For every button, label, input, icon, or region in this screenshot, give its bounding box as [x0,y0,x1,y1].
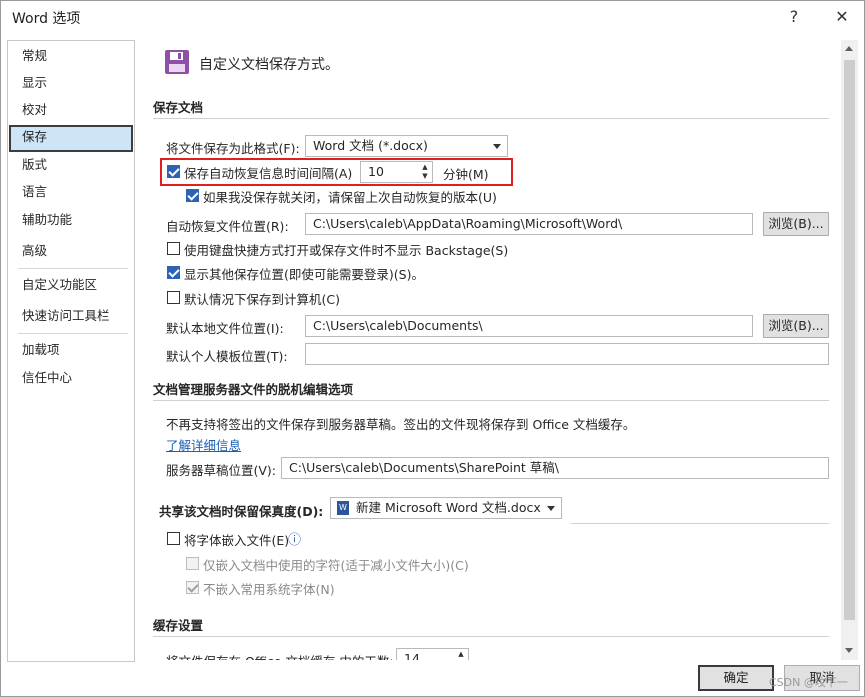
scrollbar-thumb[interactable] [844,60,855,620]
save-options-panel: 自定义文档保存方式。 保存文档 将文件保存为此格式(F): Word 文档 (*… [141,40,841,660]
sidebar-item-trust-center[interactable]: 信任中心 [9,366,133,390]
scroll-up-icon[interactable] [845,46,853,51]
autorecover-location-label: 自动恢复文件位置(R): [166,219,289,234]
chevron-down-icon [493,144,501,149]
help-button[interactable]: ? [779,5,809,29]
sidebar-divider [18,333,128,334]
no-common-fonts-label: 不嵌入常用系统字体(N) [203,582,335,597]
keep-last-version-label: 如果我没保存就关闭，请保留上次自动恢复的版本(U) [203,190,497,205]
spinner-arrows-icon[interactable]: ▲▼ [455,650,467,660]
sidebar-item-advanced[interactable]: 高级 [9,239,133,263]
section-heading-cache: 缓存设置 [153,618,204,633]
no-common-fonts-checkbox[interactable] [186,581,199,594]
local-location-label: 默认本地文件位置(I): [166,321,284,336]
sidebar-item-quick-access[interactable]: 快速访问工具栏 [9,304,133,328]
word-options-dialog: Word 选项 ? ✕ 常规 显示 校对 保存 版式 语言 辅助功能 高级 自定… [0,0,865,697]
close-icon: ✕ [835,7,849,26]
sidebar-item-addins[interactable]: 加载项 [9,338,133,362]
no-backstage-label: 使用键盘快捷方式打开或保存文件时不显示 Backstage(S) [184,243,509,258]
save-format-label: 将文件保存为此格式(F): [166,141,300,156]
browse-local-button[interactable]: 浏览(B)... [763,314,829,338]
autorecover-minutes-value: 10 [368,164,384,179]
minutes-label: 分钟(M) [443,167,489,182]
close-button[interactable]: ✕ [827,5,857,29]
sidebar-item-proofing[interactable]: 校对 [9,98,133,122]
spinner-arrows-icon[interactable]: ▲▼ [419,163,431,181]
word-doc-icon: W [337,501,349,515]
chevron-down-icon [547,506,555,511]
fidelity-document-dropdown[interactable]: W 新建 Microsoft Word 文档.docx [330,497,562,519]
save-format-dropdown[interactable]: Word 文档 (*.docx) [305,135,508,157]
fidelity-document-value: 新建 Microsoft Word 文档.docx [356,500,541,515]
cache-days-label: 将文件保存在 Office 文档缓存 中的天数: [166,651,394,660]
sidebar-item-language[interactable]: 语言 [9,180,133,204]
embed-fonts-label: 将字体嵌入文件(E) [184,533,290,548]
cache-days-value: 14 [404,651,420,660]
sidebar-item-layout[interactable]: 版式 [9,153,133,177]
section-heading-save-docs: 保存文档 [153,100,204,115]
section-divider [571,523,829,524]
embed-used-chars-label: 仅嵌入文档中使用的字符(适于减小文件大小)(C) [203,558,469,573]
ok-button[interactable]: 确定 [698,665,774,691]
cache-days-stepper[interactable]: 14 ▲▼ [396,648,469,660]
local-location-input[interactable]: C:\Users\caleb\Documents\ [305,315,753,337]
section-divider [153,636,829,637]
save-to-computer-label: 默认情况下保存到计算机(C) [184,292,340,307]
section-divider [153,118,829,119]
vertical-scrollbar[interactable] [841,40,858,660]
autorecover-minutes-stepper[interactable]: 10 ▲ ▼ [360,161,433,183]
scroll-down-icon[interactable] [845,648,853,653]
show-additional-places-checkbox[interactable] [167,266,180,279]
save-format-value: Word 文档 (*.docx) [313,138,428,153]
browse-autorecover-button[interactable]: 浏览(B)... [763,212,829,236]
autorecover-label: 保存自动恢复信息时间间隔(A) [184,166,353,181]
keep-last-version-checkbox[interactable] [186,189,199,202]
autorecover-checkbox[interactable] [167,165,180,178]
sidebar-item-display[interactable]: 显示 [9,71,133,95]
sidebar-item-general[interactable]: 常规 [9,44,133,68]
server-drafts-input[interactable]: C:\Users\caleb\Documents\SharePoint 草稿\ [281,457,829,479]
show-additional-places-label: 显示其他保存位置(即使可能需要登录)(S)。 [184,267,424,282]
embed-fonts-checkbox[interactable] [167,532,180,545]
save-floppy-icon [164,49,190,75]
save-to-computer-checkbox[interactable] [167,291,180,304]
sidebar-divider [18,268,128,269]
autorecover-location-input[interactable]: C:\Users\caleb\AppData\Roaming\Microsoft… [305,213,753,235]
sidebar-item-save[interactable]: 保存 [9,125,133,152]
sidebar: 常规 显示 校对 保存 版式 语言 辅助功能 高级 自定义功能区 快速访问工具栏… [7,40,135,662]
template-location-label: 默认个人模板位置(T): [166,349,288,364]
offline-note: 不再支持将签出的文件保存到服务器草稿。签出的文件现将保存到 Office 文档缓… [166,417,636,432]
section-heading-fidelity: 共享该文档时保留保真度(D): [159,504,324,519]
sidebar-item-customize-ribbon[interactable]: 自定义功能区 [9,273,133,297]
watermark-text: CSDN @坟下一 [769,676,848,689]
section-heading-offline: 文档管理服务器文件的脱机编辑选项 [153,382,354,397]
window-title: Word 选项 [12,11,81,27]
embed-used-chars-checkbox[interactable] [186,557,199,570]
no-backstage-checkbox[interactable] [167,242,180,255]
learn-more-link[interactable]: 了解详细信息 [166,435,241,454]
server-drafts-label: 服务器草稿位置(V): [166,463,277,478]
template-location-input[interactable] [305,343,829,365]
page-title: 自定义文档保存方式。 [199,57,339,73]
section-divider [153,400,829,401]
info-icon[interactable]: ⓘ [288,529,301,548]
sidebar-item-accessibility[interactable]: 辅助功能 [9,208,133,232]
